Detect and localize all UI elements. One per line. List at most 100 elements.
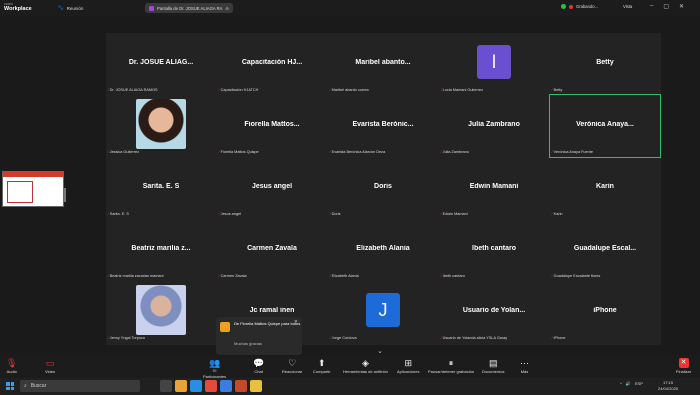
mic-muted-icon: ⁄	[441, 273, 442, 278]
powerpoint-icon[interactable]	[235, 380, 247, 392]
view-button[interactable]: Vista	[623, 4, 632, 9]
mic-muted-icon: ⁄	[330, 273, 331, 278]
participant-tile[interactable]: iPhone ⁄ iPhone	[550, 281, 660, 343]
participant-name: Edwin Mamani	[469, 183, 519, 190]
participant-tile[interactable]: Maribel abanto... ⁄ Maribel abanto correa	[328, 33, 438, 95]
participant-label: ⁄ Betty	[552, 87, 563, 92]
mic-muted-icon: ⁄	[552, 211, 553, 216]
documents-button[interactable]: ▤ Documentos	[482, 358, 504, 374]
participant-tile[interactable]: Fiorella Mattos... ⁄ Fiorella Mattos Quisp…	[217, 95, 327, 157]
chat-notification[interactable]: De Fiorella Mattos Quispe para todos Muc…	[216, 317, 302, 355]
participant-tile[interactable]: J ⁄ Jorge Cordova	[328, 281, 438, 343]
mic-muted-icon: ⁄	[441, 87, 442, 92]
participant-name: Betty	[596, 59, 614, 66]
participant-tile[interactable]: Carmen Zavala ⁄ Carmen Zavala	[217, 219, 327, 281]
more-options-icon[interactable]: ⊖	[225, 6, 229, 11]
participant-tile[interactable]: Doris ⁄ Doris	[328, 157, 438, 219]
participant-tile[interactable]: Elizabeth Alania ⁄ Elizabeth Alania	[328, 219, 438, 281]
participant-tile[interactable]: ⁄ Jessica Gutierrez	[106, 95, 216, 157]
mic-muted-icon: ⁄	[330, 335, 331, 340]
chrome-icon[interactable]	[205, 380, 217, 392]
toolbar-label: Video	[45, 369, 56, 374]
apps-button[interactable]: ⊞ Aplicaciones	[397, 358, 419, 374]
screen-share-indicator[interactable]: Pantalla de Dr. JOSUE ALIAGA RA ⊖	[145, 3, 233, 13]
mic-muted-icon: ⁄	[330, 87, 331, 92]
mic-muted-icon: ⁄	[108, 273, 109, 278]
shared-screen-thumbnail[interactable]	[2, 171, 64, 207]
share-button[interactable]: ⬆ Compartir	[313, 358, 331, 374]
participant-tile[interactable]: Verónica Anaya... ⁄ Verónica Anaya Fuente	[549, 94, 661, 158]
participant-tile[interactable]: Beatriz marilia z... ⁄ Beatriz marilia zac…	[106, 219, 216, 281]
participant-tile[interactable]: Betty ⁄ Betty	[550, 33, 660, 95]
participant-tile[interactable]: ⁄ Jenny Yngai Torpoco	[106, 281, 216, 343]
meeting-toolbar: 🎙 Audio ▭ Video 👥 59 Participantes 💬 Chat ♡ Reacci…	[0, 356, 700, 379]
maximize-icon[interactable]: ▢	[663, 3, 669, 10]
meeting-tab[interactable]: 🐾 Reunión	[58, 5, 83, 11]
end-button[interactable]: ✕ Finalizar	[676, 358, 691, 374]
pause-recording-button[interactable]: ⏸ Pausar/detener grabación	[428, 358, 474, 374]
participant-name: Usuario de Yolan...	[462, 307, 526, 314]
participant-tile[interactable]: l ⁄ Lucia Mamani Gutierrez	[439, 33, 549, 95]
volume-icon[interactable]: 🔊	[626, 381, 631, 386]
reactions-button[interactable]: ♡ Reaccionar	[282, 358, 302, 374]
participant-label: ⁄ Verónica Anaya Fuente	[552, 149, 593, 154]
participant-count: 59	[212, 369, 217, 373]
participant-tile[interactable]: Julia Zambrano ⁄ Julia Zambrano	[439, 95, 549, 157]
toolbar-label: Finalizar	[676, 369, 692, 374]
more-button[interactable]: ⋯ Más	[520, 358, 529, 374]
nurse-portrait	[136, 285, 186, 335]
participant-tile[interactable]: Evarista Berónic... ⁄ Evarista Berónica Al…	[328, 95, 438, 157]
clock[interactable]: 17:15 24/04/2025	[658, 380, 678, 391]
close-icon[interactable]: ✕	[294, 319, 298, 325]
windows-start-icon[interactable]	[6, 382, 14, 390]
edge-icon[interactable]	[190, 380, 202, 392]
participants-button[interactable]: 👥 59 Participantes	[203, 358, 226, 379]
task-view-icon[interactable]	[160, 380, 172, 392]
mic-muted-button[interactable]: 🎙 Audio	[6, 358, 17, 374]
zoom-app-icon[interactable]	[220, 380, 232, 392]
participant-tile[interactable]: Sarita. E. S ⁄ Sarita. E. S	[106, 157, 216, 219]
recording-status[interactable]: Grabando...	[561, 4, 598, 9]
participant-label: ⁄ Guadalupe Escalante flores	[552, 273, 601, 278]
file-explorer-icon[interactable]	[175, 380, 187, 392]
participant-label: ⁄ Edwin Mamani	[441, 211, 468, 216]
participant-tile[interactable]: Guadalupe Escal... ⁄ Guadalupe Escalante f…	[550, 219, 660, 281]
mic-muted-icon: ⁄	[330, 211, 331, 216]
participant-label: ⁄ Elizabeth Alania	[330, 273, 359, 278]
participant-tile[interactable]: Capacitación HJ... ⁄ Capacitación HJATCH	[217, 33, 327, 95]
chevron-down-icon[interactable]: ⌄	[377, 347, 383, 355]
host-tools-icon: ◈	[362, 358, 369, 368]
participant-name: Guadalupe Escal...	[573, 245, 637, 252]
participant-tile[interactable]: Usuario de Yolan... ⁄ Usuario de Yolanda a…	[439, 281, 549, 343]
participant-tile[interactable]: Edwin Mamani ⁄ Edwin Mamani	[439, 157, 549, 219]
toolbar-label: Documentos	[482, 369, 505, 374]
participant-name: Beatriz marilia z...	[131, 245, 191, 252]
video-off-icon: ▭	[45, 358, 55, 368]
participant-label: ⁄ Jessica Gutierrez	[108, 149, 140, 154]
participant-name: Fiorella Mattos...	[244, 121, 300, 128]
participant-label: ⁄ Jorge Cordova	[330, 335, 357, 340]
video-off-button[interactable]: ▭ Video	[45, 358, 55, 374]
toolbar-label: Aplicaciones	[397, 369, 420, 374]
paw-icon: 🐾	[58, 5, 64, 10]
taskbar-search[interactable]: ⌕ Buscar	[20, 380, 140, 392]
chevron-up-icon[interactable]: ^	[620, 381, 622, 386]
participant-tile[interactable]: Dr. JOSUE ALIAG... ⁄ Dr. JOSUE ALIAGA RAMO…	[106, 33, 216, 95]
host-tools-button[interactable]: ◈ Herramientas de anfitrión	[343, 358, 388, 374]
mic-muted-icon: ⁄	[108, 211, 109, 216]
participant-tile[interactable]: Jesus angel ⁄ Jesus angel	[217, 157, 327, 219]
minimize-icon[interactable]: –	[650, 3, 653, 10]
chat-icon: 💬	[253, 358, 265, 368]
close-icon[interactable]: ✕	[679, 3, 684, 10]
folder-icon[interactable]	[250, 380, 262, 392]
participant-name: Jesus angel	[251, 183, 293, 190]
participant-label: ⁄ Dr. JOSUE ALIAGA RAMOS	[108, 87, 158, 92]
share-icon: ⬆	[318, 358, 326, 368]
participant-tile[interactable]: Karin ⁄ Karin	[550, 157, 660, 219]
drag-handle[interactable]	[64, 188, 66, 202]
participant-name: Ibeth cantaro	[472, 245, 516, 252]
participant-label: ⁄ Doris	[330, 211, 341, 216]
chat-button[interactable]: 💬 Chat	[253, 358, 264, 374]
more-icon: ⋯	[520, 358, 529, 368]
participant-tile[interactable]: Ibeth cantaro ⁄ Ibeth cantaro	[439, 219, 549, 281]
